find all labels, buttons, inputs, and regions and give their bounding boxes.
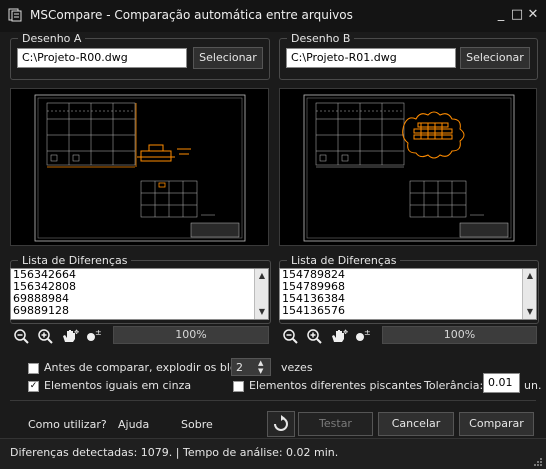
explode-levels-value[interactable]: 2 xyxy=(236,361,243,374)
scroll-down-icon[interactable]: ▼ xyxy=(523,305,536,319)
drawing-a-select-button[interactable]: Selecionar xyxy=(193,47,263,69)
refresh-icon xyxy=(274,415,288,431)
drawing-b-select-button[interactable]: Selecionar xyxy=(460,47,530,69)
drawing-b-legend: Desenho B xyxy=(287,32,355,45)
scroll-up-icon[interactable]: ▲ xyxy=(523,269,536,283)
how-to-use-link[interactable]: Como utilizar? xyxy=(28,418,107,431)
drawing-a-path-input[interactable]: C:\Projeto-R00.dwg xyxy=(17,48,187,68)
close-button[interactable]: ✕ xyxy=(524,6,542,24)
diff-list-a-scrollbar[interactable]: ▲ ▼ xyxy=(254,269,268,319)
tolerance-input[interactable]: 0.01 xyxy=(483,373,520,393)
explode-levels-stepper[interactable]: 2 ▲ ▼ xyxy=(231,358,271,376)
zoom-in-icon[interactable] xyxy=(37,328,53,344)
pan-hand-icon[interactable]: ✥ xyxy=(61,328,79,344)
svg-text:✥: ✥ xyxy=(74,329,79,336)
zoom-extents-icon[interactable]: ± xyxy=(354,328,372,344)
diff-list-a-progress: 100% xyxy=(113,326,269,344)
app-icon xyxy=(8,8,22,22)
scroll-down-icon[interactable]: ▼ xyxy=(255,305,268,319)
cancel-button[interactable]: Cancelar xyxy=(378,412,454,436)
drawing-a-preview[interactable] xyxy=(10,88,269,246)
resize-grip-icon[interactable] xyxy=(532,456,542,466)
zoom-in-icon[interactable] xyxy=(306,328,322,344)
zoom-extents-icon[interactable]: ± xyxy=(85,328,103,344)
test-button[interactable]: Testar xyxy=(298,412,373,436)
explode-blocks-label: Antes de comparar, explodir os blocos xyxy=(44,361,256,374)
about-link[interactable]: Sobre xyxy=(181,418,213,431)
gray-elements-label: Elementos iguais em cinza xyxy=(44,379,192,392)
stepper-up-icon[interactable]: ▲ xyxy=(258,359,263,367)
help-link[interactable]: Ajuda xyxy=(118,418,149,431)
gray-elements-checkbox[interactable]: ✓ xyxy=(28,381,39,392)
diff-list-b-progress: 100% xyxy=(382,326,537,344)
list-item[interactable]: 69889128 xyxy=(11,305,268,317)
blink-elements-checkbox[interactable] xyxy=(233,381,244,392)
diff-list-b[interactable]: 154789824 154789968 154136384 154136576 … xyxy=(279,268,537,320)
diff-list-b-scrollbar[interactable]: ▲ ▼ xyxy=(522,269,536,319)
svg-text:±: ± xyxy=(364,328,371,337)
stepper-down-icon[interactable]: ▼ xyxy=(258,367,263,375)
compare-button[interactable]: Comparar xyxy=(459,412,534,436)
levels-unit-label: vezes xyxy=(281,361,313,374)
diff-list-a[interactable]: 156342664 156342808 69888984 69889128 ▲ … xyxy=(10,268,269,320)
list-item[interactable]: 154136576 xyxy=(280,305,536,317)
svg-text:±: ± xyxy=(95,328,102,337)
blink-elements-label: Elementos diferentes piscantes xyxy=(249,379,422,392)
explode-blocks-checkbox[interactable] xyxy=(28,363,39,374)
tolerance-label: Tolerância: xyxy=(424,379,484,392)
scroll-up-icon[interactable]: ▲ xyxy=(255,269,268,283)
window-title: MSCompare - Comparação automática entre … xyxy=(30,8,353,22)
drawing-a-legend: Desenho A xyxy=(18,32,86,45)
drawing-a-image xyxy=(34,94,246,242)
pan-hand-icon[interactable]: ✥ xyxy=(330,328,348,344)
drawing-b-preview[interactable] xyxy=(279,88,537,246)
drawing-b-image xyxy=(303,94,515,242)
zoom-out-icon[interactable] xyxy=(13,328,29,344)
diff-list-b-legend: Lista de Diferenças xyxy=(287,254,401,267)
drawing-b-path-input[interactable]: C:\Projeto-R01.dwg xyxy=(286,48,456,68)
refresh-button[interactable] xyxy=(267,411,295,437)
svg-text:✥: ✥ xyxy=(343,329,348,336)
separator xyxy=(10,400,536,401)
diff-list-a-legend: Lista de Diferenças xyxy=(18,254,132,267)
tolerance-unit-label: un. xyxy=(524,379,542,392)
status-text: Diferenças detectadas: 1079. | Tempo de … xyxy=(10,446,339,459)
zoom-out-icon[interactable] xyxy=(282,328,298,344)
